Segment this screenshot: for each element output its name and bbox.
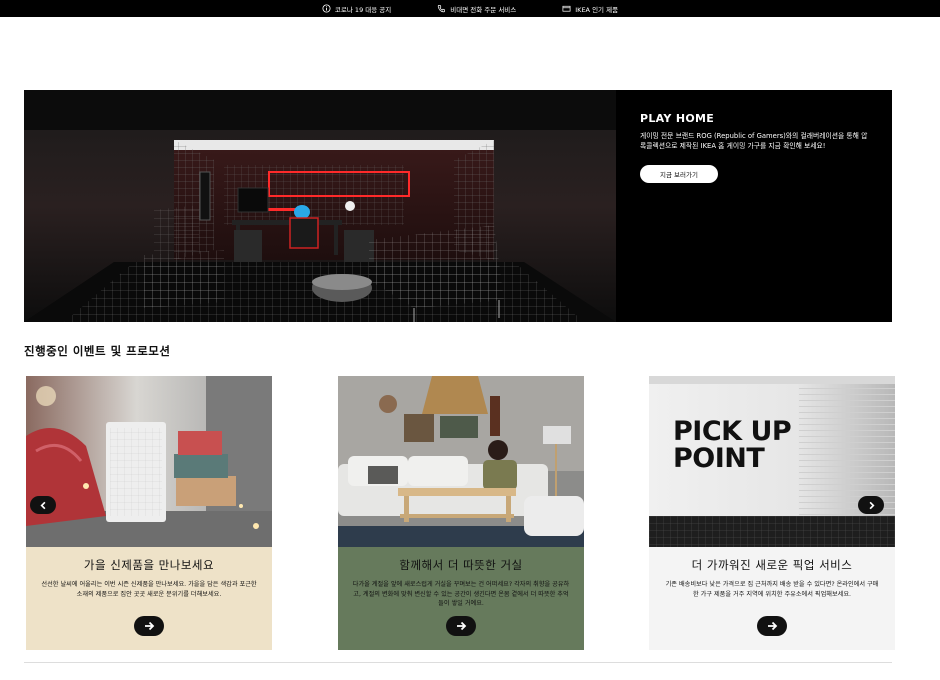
shop-now-button[interactable]: 지금 보러가기: [640, 165, 718, 183]
card-body: 가을 신제품을 만나보세요 선선한 날씨에 어울리는 이번 시즌 신제품을 만나…: [26, 547, 272, 650]
pickup-sign-text: PICK UP POINT: [673, 416, 792, 474]
arrow-right-icon: [145, 621, 155, 631]
card-description: 선선한 날씨에 어울리는 이번 시즌 신제품을 만나보세요. 가을을 담은 색감…: [41, 581, 257, 598]
topbar-item-covid-notice[interactable]: 코로나 19 대응 공지: [322, 4, 391, 14]
section-divider: [24, 662, 892, 663]
card-body: 함께해서 더 따뜻한 거실 다가올 계절을 앞에 새로스럽게 거실을 꾸며보는 …: [338, 547, 584, 650]
card-arrow-button[interactable]: [757, 616, 787, 636]
card-arrow-button[interactable]: [446, 616, 476, 636]
card-description: 기존 배송비보다 낮은 가격으로 집 근처까지 배송 받을 수 있다면? 온라인…: [665, 581, 879, 598]
box-icon: [562, 5, 571, 12]
card-body: 더 가까워진 새로운 픽업 서비스 기존 배송비보다 낮은 가격으로 집 근처까…: [649, 547, 895, 650]
hero-text-block: PLAY HOME 게이밍 전문 브랜드 ROG (Republic of Ga…: [640, 112, 880, 183]
hero-banner[interactable]: PLAY HOME 게이밍 전문 브랜드 ROG (Republic of Ga…: [24, 90, 892, 322]
chevron-left-icon: [39, 501, 45, 509]
topbar-item-popular-products[interactable]: IKEA 인기 제품: [562, 4, 618, 14]
topbar-item-label: IKEA 인기 제품: [575, 5, 619, 14]
pickup-sign-line1: PICK UP: [673, 416, 792, 447]
announcement-bar: 코로나 19 대응 공지 비대면 전화 주문 서비스 IKEA 인기 제품: [0, 0, 940, 17]
card-title: 함께해서 더 따뜻한 거실: [399, 558, 523, 572]
arrow-right-icon: [457, 621, 467, 631]
pickup-point-image: PICK UP POINT: [649, 376, 895, 547]
topbar-item-label: 비대면 전화 주문 서비스: [450, 5, 517, 14]
topbar-item-phone-order[interactable]: 비대면 전화 주문 서비스: [437, 4, 516, 14]
card-title: 가을 신제품을 만나보세요: [83, 558, 215, 572]
topbar-item-label: 코로나 19 대응 공지: [334, 5, 392, 14]
hero-description: 게이밍 전문 브랜드 ROG (Republic of Gamers)와의 컬래…: [640, 132, 868, 150]
pickup-sign-line2: POINT: [673, 443, 765, 474]
promo-card-living-room[interactable]: 함께해서 더 따뜻한 거실 다가올 계절을 앞에 새로스럽게 거실을 꾸며보는 …: [338, 376, 584, 650]
info-circle-icon: [322, 4, 331, 13]
card-title: 더 가까워진 새로운 픽업 서비스: [691, 558, 853, 572]
carousel-prev-button[interactable]: [30, 496, 56, 514]
autumn-products-image: [26, 376, 272, 547]
gaming-room-image: [24, 90, 616, 322]
card-arrow-button[interactable]: [134, 616, 164, 636]
phone-icon: [438, 4, 446, 13]
carousel-next-button[interactable]: [858, 496, 884, 514]
arrow-right-icon: [768, 621, 778, 631]
promo-card-autumn[interactable]: 가을 신제품을 만나보세요 선선한 날씨에 어울리는 이번 시즌 신제품을 만나…: [26, 376, 272, 650]
card-description: 다가올 계절을 앞에 새로스럽게 거실을 꾸며보는 건 어떠세요? 각자의 취향…: [352, 581, 570, 607]
living-room-image: [338, 376, 584, 547]
section-title: 진행중인 이벤트 및 프로모션: [24, 344, 171, 358]
chevron-right-icon: [869, 501, 875, 509]
promo-card-pickup[interactable]: PICK UP POINT 더 가까워진 새로운 픽업 서비스 기존 배송비보다…: [649, 376, 895, 650]
hero-title: PLAY HOME: [640, 112, 715, 125]
